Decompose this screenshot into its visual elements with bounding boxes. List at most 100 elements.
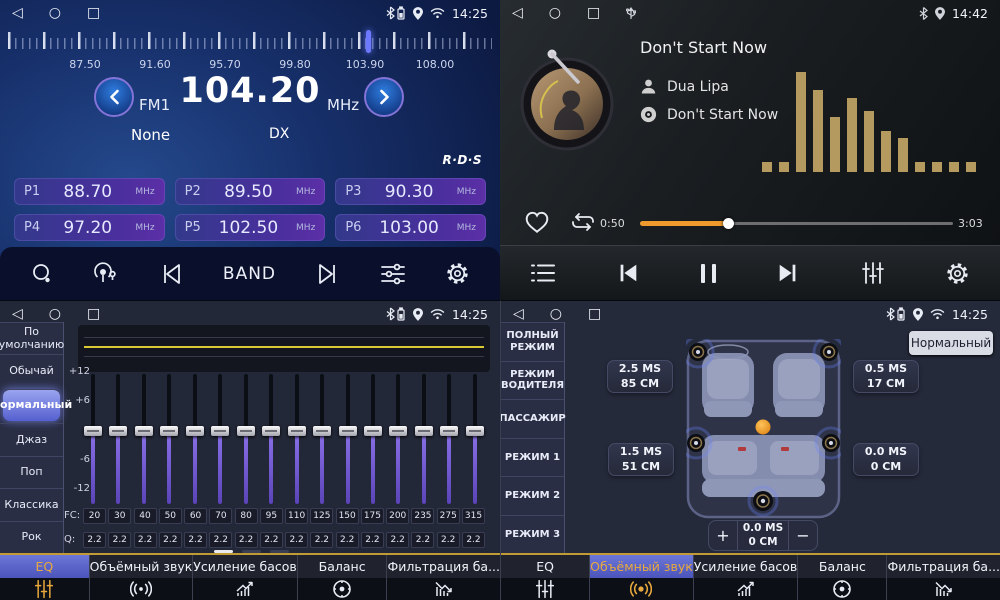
eq-preset-item[interactable]: Рок: [0, 521, 63, 553]
tab-filter[interactable]: Фильтрация ба...: [886, 555, 1000, 600]
eq-preset-item[interactable]: Нормальный: [3, 389, 60, 421]
seek-down-button[interactable]: [94, 77, 134, 117]
tab-bass-boost[interactable]: Усиление басов: [192, 555, 297, 600]
recents-icon[interactable]: □: [587, 6, 600, 20]
repeat-icon[interactable]: [568, 210, 598, 234]
playlist-icon[interactable]: [530, 262, 556, 284]
recents-icon[interactable]: □: [87, 307, 100, 321]
delay-rear-left[interactable]: 1.5 MS 51 CM: [608, 443, 674, 476]
q-value[interactable]: 2.2: [235, 532, 258, 548]
fc-value[interactable]: 175: [361, 508, 384, 524]
eq-band-slider[interactable]: [388, 374, 408, 504]
fc-value[interactable]: 50: [159, 508, 182, 524]
back-icon[interactable]: ◁: [512, 6, 523, 20]
back-icon[interactable]: ◁: [12, 6, 23, 20]
eq-preset-item[interactable]: Поп: [0, 456, 63, 488]
slider-thumb[interactable]: [364, 426, 382, 436]
eq-band-slider[interactable]: [261, 374, 281, 504]
increase-delay-button[interactable]: +: [709, 521, 737, 550]
preset-button[interactable]: P1 88.70 MHz: [14, 178, 165, 205]
seek-bar[interactable]: [640, 222, 953, 225]
eq-band-slider[interactable]: [185, 374, 205, 504]
tab-eq[interactable]: EQ: [501, 555, 589, 600]
radio-broadcast-icon[interactable]: [93, 262, 119, 286]
slider-thumb[interactable]: [466, 426, 484, 436]
eq-preset-item[interactable]: Джаз: [0, 423, 63, 455]
tab-filter[interactable]: Фильтрация ба...: [386, 555, 500, 600]
fc-value[interactable]: 60: [184, 508, 207, 524]
band-button[interactable]: BAND: [223, 264, 276, 284]
fc-value[interactable]: 80: [235, 508, 258, 524]
fc-value[interactable]: 40: [134, 508, 157, 524]
slider-thumb[interactable]: [262, 426, 280, 436]
next-track-icon[interactable]: [776, 262, 800, 284]
fc-value[interactable]: 125: [310, 508, 333, 524]
prev-station-icon[interactable]: [158, 263, 184, 285]
recents-icon[interactable]: □: [588, 307, 601, 321]
tuning-pointer[interactable]: [366, 30, 371, 53]
slider-thumb[interactable]: [288, 426, 306, 436]
q-value[interactable]: 2.2: [411, 532, 434, 548]
eq-band-slider[interactable]: [210, 374, 230, 504]
surround-preset-button[interactable]: Нормальный: [909, 331, 993, 355]
settings-gear-icon[interactable]: [945, 261, 970, 286]
q-value[interactable]: 2.2: [310, 532, 333, 548]
slider-thumb[interactable]: [313, 426, 331, 436]
q-value[interactable]: 2.2: [134, 532, 157, 548]
q-value[interactable]: 2.2: [462, 532, 485, 548]
q-value[interactable]: 2.2: [386, 532, 409, 548]
eq-band-slider[interactable]: [465, 374, 485, 504]
q-value[interactable]: 2.2: [108, 532, 131, 548]
home-icon[interactable]: ○: [49, 6, 61, 20]
tab-eq[interactable]: EQ: [0, 555, 89, 600]
q-value[interactable]: 2.2: [260, 532, 283, 548]
home-icon[interactable]: ○: [549, 6, 561, 20]
slider-thumb[interactable]: [339, 426, 357, 436]
slider-thumb[interactable]: [84, 426, 102, 436]
slider-thumb[interactable]: [186, 426, 204, 436]
delay-front-right[interactable]: 0.5 MS 17 CM: [853, 360, 919, 393]
q-value[interactable]: 2.2: [361, 532, 384, 548]
eq-settings-icon[interactable]: [380, 262, 406, 286]
slider-thumb[interactable]: [415, 426, 433, 436]
scan-search-icon[interactable]: [30, 262, 54, 286]
decrease-delay-button[interactable]: −: [789, 521, 817, 550]
eq-band-slider[interactable]: [83, 374, 103, 504]
listening-mode-item[interactable]: РЕЖИМ ВОДИТЕЛЯ: [501, 361, 564, 400]
q-value[interactable]: 2.2: [285, 532, 308, 548]
q-value[interactable]: 2.2: [437, 532, 460, 548]
seek-knob[interactable]: [723, 218, 734, 229]
seek-up-button[interactable]: [364, 77, 404, 117]
preset-button[interactable]: P5 102.50 MHz: [175, 214, 326, 241]
fc-value[interactable]: 95: [260, 508, 283, 524]
fc-value[interactable]: 110: [285, 508, 308, 524]
back-icon[interactable]: ◁: [12, 307, 23, 321]
fc-value[interactable]: 20: [83, 508, 106, 524]
slider-thumb[interactable]: [237, 426, 255, 436]
settings-gear-icon[interactable]: [445, 261, 470, 286]
eq-band-slider[interactable]: [363, 374, 383, 504]
fc-value[interactable]: 275: [437, 508, 460, 524]
slider-thumb[interactable]: [440, 426, 458, 436]
preset-button[interactable]: P4 97.20 MHz: [14, 214, 165, 241]
eq-band-slider[interactable]: [338, 374, 358, 504]
slider-thumb[interactable]: [109, 426, 127, 436]
eq-band-slider[interactable]: [236, 374, 256, 504]
preset-button[interactable]: P6 103.00 MHz: [335, 214, 486, 241]
eq-preset-item[interactable]: Классика: [0, 488, 63, 520]
eq-band-slider[interactable]: [108, 374, 128, 504]
eq-band-slider[interactable]: [312, 374, 332, 504]
listening-mode-item[interactable]: ПАССАЖИР: [501, 399, 564, 438]
home-icon[interactable]: ○: [49, 307, 61, 321]
tab-surround[interactable]: Объёмный звук: [89, 555, 193, 600]
preset-button[interactable]: P3 90.30 MHz: [335, 178, 486, 205]
eq-band-slider[interactable]: [134, 374, 154, 504]
q-value[interactable]: 2.2: [159, 532, 182, 548]
fc-value[interactable]: 315: [462, 508, 485, 524]
delay-front-left[interactable]: 2.5 MS 85 CM: [607, 360, 673, 393]
eq-band-slider[interactable]: [439, 374, 459, 504]
slider-thumb[interactable]: [211, 426, 229, 436]
listening-mode-item[interactable]: РЕЖИМ 3: [501, 515, 564, 554]
tab-bass-boost[interactable]: Усиление басов: [693, 555, 798, 600]
slider-thumb[interactable]: [160, 426, 178, 436]
